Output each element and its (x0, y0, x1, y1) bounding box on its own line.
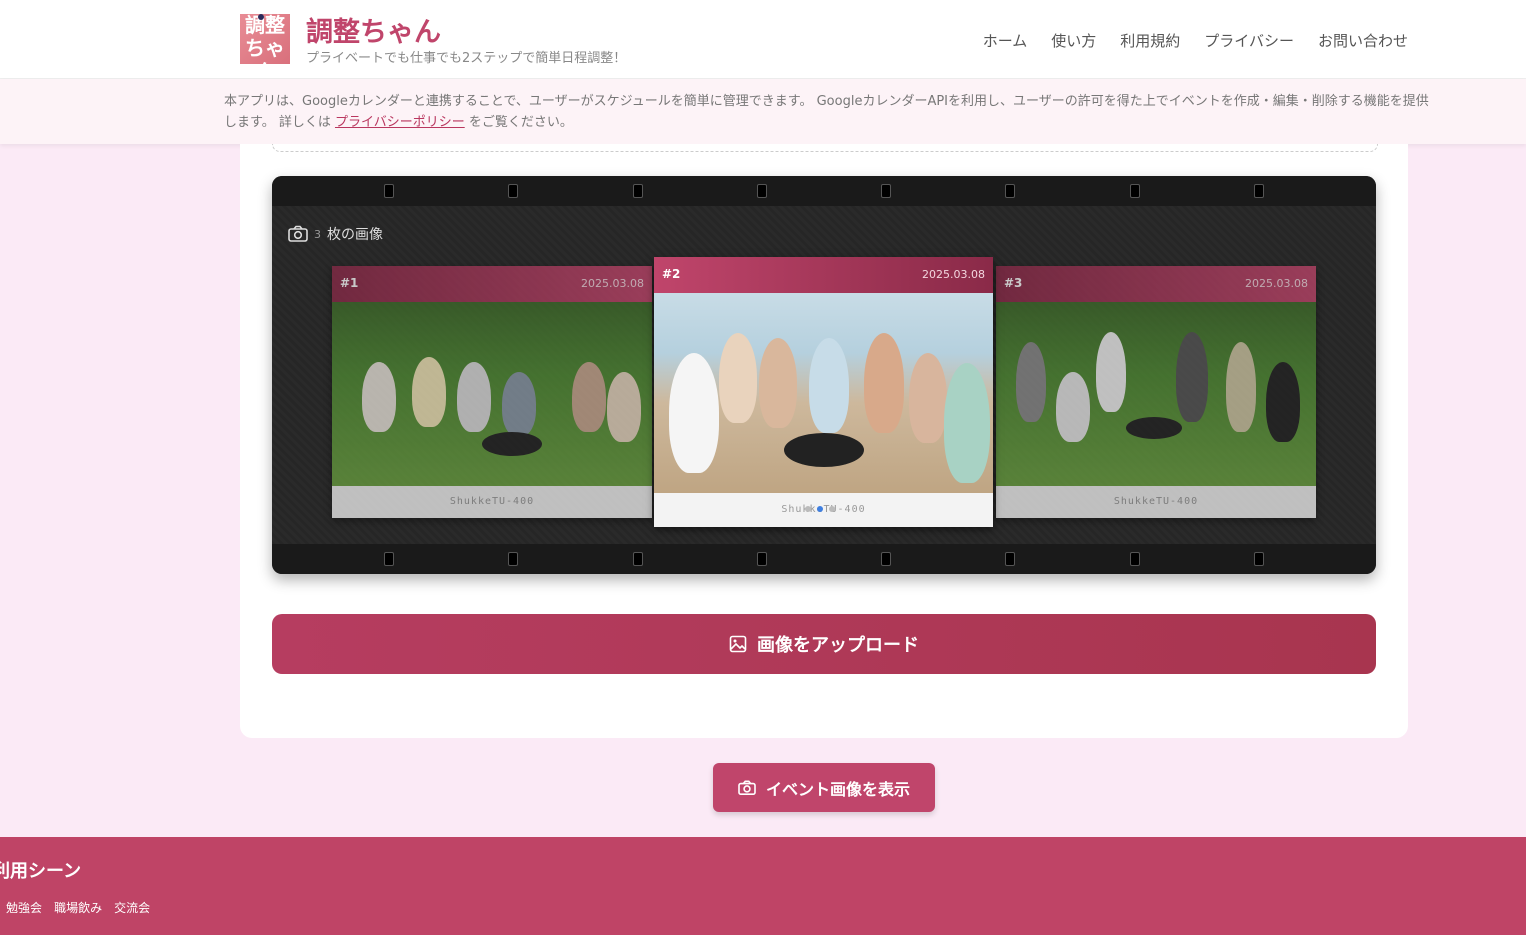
photo-card-3[interactable]: #3 2025.03.08 ShukkeTU-400 (996, 266, 1316, 518)
film-hole (384, 552, 394, 566)
dropzone-border (272, 144, 1378, 152)
carousel-dots (805, 506, 835, 512)
site-header: 調整 ちゃん 調整ちゃん プライベートでも仕事でも2ステップで簡単日程調整！ ホ… (0, 0, 1526, 79)
footer-tag[interactable]: 交流会 (114, 899, 150, 916)
photo-number: #2 (662, 267, 681, 281)
photo-number: #3 (1004, 276, 1023, 290)
notice-text: 本アプリは、Googleカレンダーと連携することで、ユーザーがスケジュールを簡単… (224, 91, 1430, 133)
logo-text-top: 調整 (245, 14, 285, 37)
logo-eye-icon (258, 14, 264, 20)
camera-icon (738, 780, 756, 795)
show-event-images-button[interactable]: イベント画像を表示 (713, 763, 935, 812)
footer-tag[interactable]: 職場飲み (54, 899, 102, 916)
film-hole (1130, 552, 1140, 566)
film-hole (881, 552, 891, 566)
film-hole (1254, 552, 1264, 566)
image-count-number: 3 (314, 227, 321, 241)
site-title[interactable]: 調整ちゃん (306, 10, 441, 49)
image-icon (729, 635, 747, 653)
film-hole (508, 184, 518, 198)
film-hole (633, 184, 643, 198)
footer-title: 利用シーン (0, 861, 82, 882)
main-nav: ホーム 使い方 利用規約 プライバシー お問い合わせ (983, 30, 1408, 51)
photo-caption: ShukkeTU-400 (1113, 496, 1199, 507)
film-hole (757, 552, 767, 566)
nav-contact[interactable]: お問い合わせ (1318, 30, 1408, 51)
photo-image (996, 302, 1316, 486)
film-hole (508, 552, 518, 566)
show-event-images-label: イベント画像を表示 (765, 779, 910, 799)
film-bar-top (272, 176, 1376, 206)
upload-image-button[interactable]: 画像をアップロード (272, 614, 1376, 674)
photo-image (332, 302, 652, 486)
film-hole (1005, 552, 1015, 566)
film-hole (1130, 184, 1140, 198)
film-hole (633, 552, 643, 566)
photo-header: #2 2025.03.08 (654, 257, 993, 293)
site-footer: 利用シーン / 勉強会 職場飲み 交流会 (0, 837, 1526, 935)
photo-number: #1 (340, 276, 359, 290)
privacy-policy-link[interactable]: プライバシーポリシー (335, 115, 465, 130)
film-hole (1254, 184, 1264, 198)
film-hole (881, 184, 891, 198)
site-logo[interactable]: 調整 ちゃん (240, 14, 290, 64)
logo-text-bottom: ちゃん (245, 36, 285, 65)
photo-date: 2025.03.08 (1245, 277, 1308, 290)
carousel-dot-3[interactable] (829, 506, 835, 512)
photo-image (654, 293, 993, 493)
image-count-label: 枚の画像 (327, 227, 383, 243)
google-notice-bar: 本アプリは、Googleカレンダーと連携することで、ユーザーがスケジュールを簡単… (0, 79, 1526, 144)
photo-caption: ShukkeTU-400 (449, 496, 535, 507)
photo-date: 2025.03.08 (922, 268, 985, 281)
footer-tag-list: / 勉強会 職場飲み 交流会 (0, 899, 150, 916)
notice-text-after: をご覧ください。 (464, 115, 573, 130)
film-strip-gallery: 3 枚の画像 #1 2025.03.08 ShukkeTU-400 #2 2025… (272, 176, 1376, 574)
carousel-dot-2[interactable] (817, 506, 823, 512)
camera-icon (288, 225, 308, 242)
site-tagline: プライベートでも仕事でも2ステップで簡単日程調整！ (306, 51, 627, 66)
image-count: 3 枚の画像 (288, 224, 383, 244)
carousel-dot-1[interactable] (805, 506, 811, 512)
photo-header: #1 2025.03.08 (332, 266, 652, 302)
upload-image-label: 画像をアップロード (757, 635, 919, 656)
photo-date: 2025.03.08 (581, 277, 644, 290)
nav-home[interactable]: ホーム (983, 30, 1028, 51)
nav-how-to[interactable]: 使い方 (1051, 30, 1096, 51)
film-hole (757, 184, 767, 198)
photo-card-2[interactable]: #2 2025.03.08 ShukkeTU-400 (654, 257, 993, 527)
nav-terms[interactable]: 利用規約 (1120, 30, 1180, 51)
nav-privacy[interactable]: プライバシー (1204, 30, 1294, 51)
photo-header: #3 2025.03.08 (996, 266, 1316, 302)
photo-card-1[interactable]: #1 2025.03.08 ShukkeTU-400 (332, 266, 652, 518)
film-hole (384, 184, 394, 198)
footer-tag[interactable]: 勉強会 (6, 899, 42, 916)
film-bar-bottom (272, 544, 1376, 574)
film-hole (1005, 184, 1015, 198)
